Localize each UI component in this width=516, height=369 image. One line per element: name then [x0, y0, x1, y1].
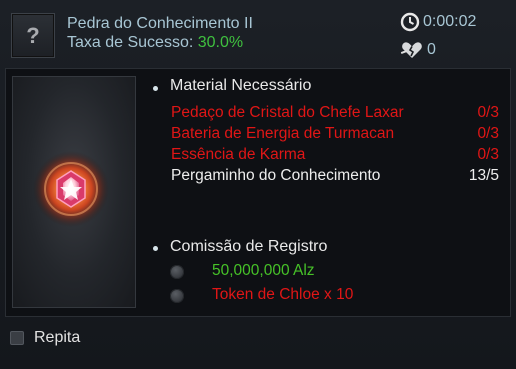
material-count: 0/3 — [477, 104, 499, 121]
material-name: Bateria de Energia de Turmacan — [171, 125, 395, 142]
material-name: Pergaminho do Conhecimento — [171, 167, 381, 184]
glowing-gem-icon — [33, 151, 109, 227]
timer-value: 0:00:02 — [423, 13, 477, 30]
fee-title: Comissão de Registro — [170, 238, 328, 255]
success-rate: Taxa de Sucesso: 30.0% — [67, 34, 243, 52]
fee-option-label: 50,000,000 Alz — [212, 262, 315, 279]
dot-icon — [153, 86, 158, 91]
material-name: Essência de Karma — [171, 146, 306, 163]
fee-option-label: Token de Chloe x 10 — [212, 286, 354, 303]
repeat-checkbox[interactable] — [10, 331, 24, 345]
material-count: 0/3 — [477, 125, 499, 142]
item-name: Pedra do Conhecimento II — [67, 15, 253, 32]
repeat-toggle[interactable]: Repita — [10, 329, 80, 347]
dot-icon — [153, 246, 158, 251]
repeat-label: Repita — [34, 329, 81, 346]
material-count: 0/3 — [477, 146, 499, 163]
success-rate-label: Taxa de Sucesso: — [67, 34, 194, 51]
fee-radio[interactable] — [170, 289, 184, 303]
fail-count-value: 0 — [427, 41, 436, 58]
fee-radio[interactable] — [170, 265, 184, 279]
crafting-panel: ? Pedra do Conhecimento II Taxa de Suces… — [0, 0, 516, 369]
success-rate-value: 30.0% — [197, 34, 244, 51]
question-mark-icon[interactable]: ? — [11, 13, 55, 58]
material-name: Pedaço de Cristal do Chefe Laxar — [171, 104, 404, 121]
timer: 0:00:02 — [400, 12, 476, 32]
broken-heart-icon — [400, 42, 422, 58]
fail-counter: 0 — [400, 40, 436, 60]
material-count: 13/5 — [468, 167, 499, 184]
clock-icon — [400, 12, 420, 32]
materials-title: Material Necessário — [170, 77, 312, 94]
